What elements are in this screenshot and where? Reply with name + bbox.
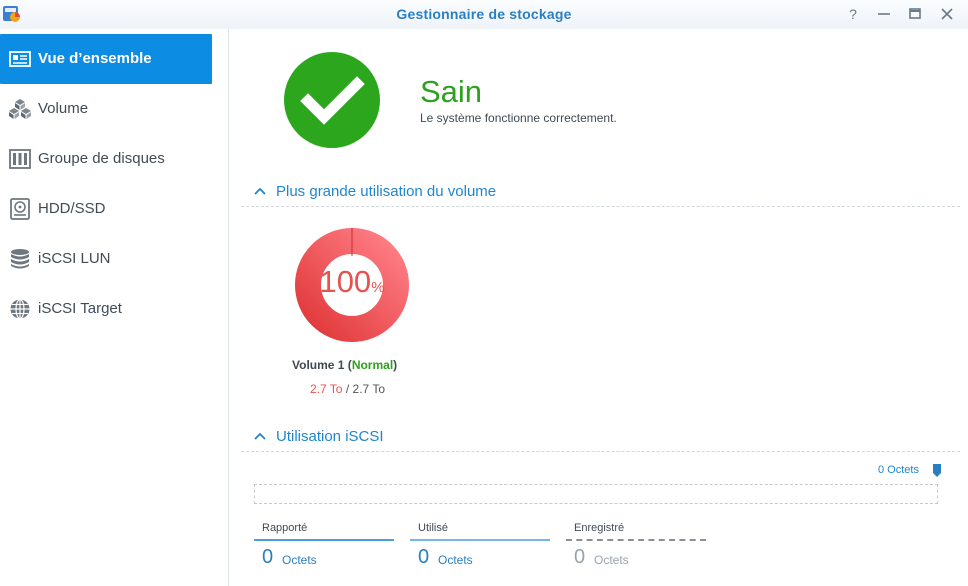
hard-drive-icon (10, 198, 30, 220)
stat-value: 0 (574, 546, 586, 568)
stat-unit: Octets (438, 553, 473, 567)
iscsi-stat-reported: Rapporté 0 Octets (254, 520, 394, 570)
minimize-button[interactable] (875, 5, 893, 23)
close-button[interactable] (938, 5, 956, 23)
maximize-button[interactable] (906, 5, 924, 23)
volume-usage-heading: Plus grande utilisation du volume (276, 183, 497, 200)
close-icon (941, 8, 953, 20)
iscsi-stat-saved: Enregistré 0 Octets (566, 520, 706, 570)
sidebar-item-iscsi-lun[interactable]: iSCSI LUN (0, 234, 212, 284)
minimize-icon (878, 13, 890, 15)
sidebar-item-label: HDD/SSD (38, 200, 106, 217)
iscsi-stat-used: Utilisé 0 Octets (410, 520, 550, 570)
volume-state: Normal (351, 358, 394, 372)
iscsi-total-label: 0 Octets (878, 464, 919, 476)
iscsi-usage-heading: Utilisation iSCSI (276, 428, 384, 445)
database-icon (11, 249, 29, 269)
maximize-icon (909, 8, 921, 19)
section-divider (241, 451, 960, 452)
stat-label: Rapporté (262, 522, 308, 534)
stat-rule (254, 539, 394, 541)
globe-icon (10, 298, 30, 320)
iscsi-usage-section-toggle[interactable]: Utilisation iSCSI (253, 428, 384, 445)
sidebar-item-hdd-ssd[interactable]: HDD/SSD (0, 184, 212, 234)
stat-rule (566, 539, 706, 541)
volume-total: 2.7 To (352, 382, 385, 396)
stat-value: 0 (262, 546, 274, 568)
sidebar-item-disk-group[interactable]: Groupe de disques (0, 134, 212, 184)
iscsi-usage-bar (254, 484, 938, 504)
sidebar-item-volume[interactable]: Volume (0, 84, 212, 134)
sidebar: Vue d’ensemble Volume Groupe de disques … (0, 29, 229, 586)
sidebar-item-label: iSCSI LUN (38, 250, 111, 267)
marker-pin-icon (933, 464, 941, 477)
volume-name-text: Volume 1 (292, 358, 345, 372)
chevron-up-icon (254, 432, 266, 440)
help-button[interactable]: ? (844, 5, 862, 23)
title-bar: Gestionnaire de stockage ? (0, 0, 968, 29)
stat-label: Utilisé (418, 522, 448, 534)
usage-unit: % (371, 279, 385, 296)
volume-capacity: 2.7 To / 2.7 To (310, 382, 385, 396)
sidebar-item-overview[interactable]: Vue d’ensemble (0, 34, 212, 84)
volume-used: 2.7 To (310, 382, 343, 396)
sidebar-item-label: Groupe de disques (38, 150, 165, 167)
stat-value: 0 (418, 546, 430, 568)
window-title: Gestionnaire de stockage (396, 6, 572, 22)
volume-name: Volume 1 (Normal) (292, 358, 398, 372)
stat-unit: Octets (282, 553, 317, 567)
stat-rule (410, 539, 550, 541)
health-status-title: Sain (420, 74, 483, 109)
section-divider (241, 206, 960, 207)
stat-unit: Octets (594, 553, 629, 567)
chevron-up-icon (254, 187, 266, 195)
disk-group-icon (9, 149, 31, 169)
health-status-description: Le système fonctionne correctement. (420, 111, 617, 125)
checkmark-icon (300, 76, 365, 125)
volume-usage-percent: 100% (291, 264, 413, 300)
volume-usage-section-toggle[interactable]: Plus grande utilisation du volume (253, 183, 496, 200)
cubes-icon (9, 99, 31, 119)
health-status-icon (284, 52, 380, 148)
sidebar-item-label: Vue d’ensemble (38, 50, 152, 67)
stat-label: Enregistré (574, 522, 625, 534)
sidebar-item-label: Volume (38, 100, 89, 117)
sidebar-item-label: iSCSI Target (38, 300, 122, 317)
overview-icon (9, 51, 31, 67)
usage-value: 100 (319, 264, 372, 299)
capacity-separator: / (345, 382, 350, 396)
sidebar-item-iscsi-target[interactable]: iSCSI Target (0, 284, 212, 334)
